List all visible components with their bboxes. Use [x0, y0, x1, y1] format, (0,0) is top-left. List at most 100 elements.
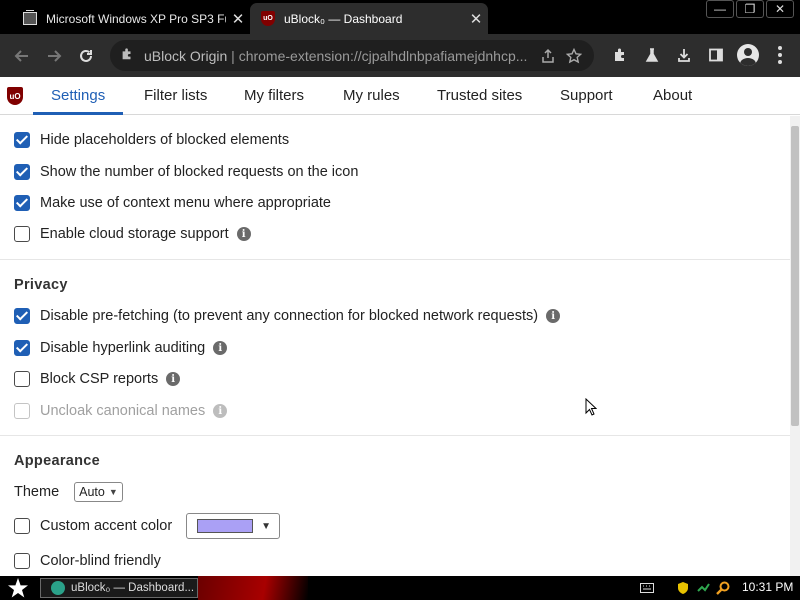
setting-label: Disable pre-fetching (to prevent any con… [40, 308, 539, 324]
accent-color-picker[interactable]: ▼ [186, 513, 281, 539]
flask-icon [645, 48, 659, 62]
checkbox[interactable] [14, 226, 30, 242]
checkbox[interactable] [14, 553, 30, 569]
setting-show-blocked-count[interactable]: Show the number of blocked requests on t… [14, 162, 358, 182]
star-start-icon [8, 578, 28, 598]
info-icon[interactable]: i [546, 309, 561, 323]
appearance-heading: Appearance [14, 453, 101, 469]
profile-button[interactable] [732, 39, 764, 71]
ublock-logo-icon: uO [7, 87, 23, 105]
site-name: uBlock Origin [144, 47, 228, 64]
setting-disable-prefetching[interactable]: Disable pre-fetching (to prevent any con… [14, 306, 561, 326]
tab-settings[interactable]: Settings [32, 77, 124, 115]
side-panel-icon [709, 48, 723, 62]
info-icon[interactable]: i [166, 372, 181, 386]
arrow-left-icon [14, 49, 28, 62]
info-icon[interactable]: i [213, 341, 228, 355]
theme-label: Theme [14, 484, 60, 500]
chevron-down-icon: ▼ [261, 520, 272, 532]
scrollbar-thumb[interactable] [791, 126, 799, 426]
info-icon[interactable]: i [213, 404, 228, 418]
checkbox[interactable] [14, 518, 30, 534]
setting-theme: Theme Auto ▼ [14, 482, 123, 502]
downloads-button[interactable] [668, 39, 700, 71]
tab-support[interactable]: Support [560, 77, 613, 114]
theme-value: Auto [79, 485, 105, 499]
tab-title: Microsoft Windows XP Pro SP3 Fully [46, 11, 226, 26]
taskbar-item-label: uBlock₀ — Dashboard... [71, 582, 195, 594]
info-icon[interactable]: i [236, 227, 251, 241]
setting-colorblind[interactable]: Color-blind friendly [14, 551, 161, 571]
restore-button[interactable]: ❐ [736, 0, 764, 18]
reload-icon [80, 49, 92, 62]
setting-cloud-storage[interactable]: Enable cloud storage support i [14, 224, 251, 244]
tab-close-button[interactable]: ✕ [226, 10, 250, 28]
setting-hyperlink-auditing[interactable]: Disable hyperlink auditing i [14, 338, 228, 358]
checkbox[interactable] [14, 132, 30, 148]
taskbar-clock: 10:31 PM [742, 580, 794, 594]
network-icon[interactable] [696, 581, 710, 595]
checkbox[interactable] [14, 371, 30, 387]
setting-label: Show the number of blocked requests on t… [40, 164, 359, 180]
puzzle-icon [615, 48, 624, 61]
labs-button[interactable] [636, 39, 668, 71]
extensions-button[interactable] [604, 39, 636, 71]
tab-close-button[interactable]: ✕ [464, 10, 488, 28]
setting-hide-placeholders[interactable]: Hide placeholders of blocked elements [14, 130, 289, 150]
tab-title: uBlock₀ — Dashboard [284, 11, 403, 26]
checkbox[interactable] [14, 340, 30, 356]
building-icon [22, 10, 38, 27]
security-shield-icon[interactable] [676, 581, 690, 595]
setting-label: Disable hyperlink auditing [40, 340, 206, 356]
side-panel-button[interactable] [700, 39, 732, 71]
browser-tab-windows-xp[interactable]: Microsoft Windows XP Pro SP3 Fully ✕ [12, 3, 250, 34]
toolbar-actions [604, 39, 796, 71]
privacy-heading: Privacy [14, 277, 68, 293]
back-button[interactable] [6, 40, 38, 72]
url-text: uBlock Origin | chrome-extension://cjpal… [144, 48, 540, 64]
tab-my-rules[interactable]: My rules [343, 77, 400, 114]
search-icon[interactable] [716, 581, 730, 595]
start-button[interactable] [6, 577, 30, 599]
browser-tab-ublock-dashboard[interactable]: uO uBlock₀ — Dashboard ✕ [250, 3, 488, 34]
forward-button[interactable] [38, 40, 70, 72]
checkbox[interactable] [14, 195, 30, 211]
ublock-shield-icon: uO [260, 11, 276, 27]
minimize-button[interactable]: — [706, 0, 734, 18]
tab-about[interactable]: About [653, 77, 692, 114]
setting-custom-accent[interactable]: Custom accent color ▼ [14, 513, 281, 539]
setting-label: Hide placeholders of blocked elements [40, 132, 290, 148]
share-icon[interactable] [540, 48, 556, 64]
browser-toolbar: uBlock Origin | chrome-extension://cjpal… [0, 34, 800, 77]
url-path: chrome-extension://cjpalhdlnbpafiamejdnh… [238, 47, 528, 64]
vertical-scrollbar[interactable] [790, 116, 800, 576]
chrome-icon [51, 581, 65, 595]
checkbox[interactable] [14, 308, 30, 324]
setting-label: Make use of context menu where appropria… [40, 195, 331, 211]
tab-my-filters[interactable]: My filters [244, 77, 304, 114]
close-window-button[interactable]: ✕ [766, 0, 794, 18]
checkbox[interactable] [14, 164, 30, 180]
dashboard-nav: uO Settings Filter lists My filters My r… [0, 77, 800, 115]
download-icon [678, 49, 690, 62]
bookmark-star-icon[interactable] [566, 47, 582, 64]
keyboard-icon[interactable] [640, 581, 654, 595]
reload-button[interactable] [70, 40, 102, 72]
tab-trusted-sites[interactable]: Trusted sites [437, 77, 522, 114]
os-taskbar: uBlock₀ — Dashboard... 10:31 PM [0, 576, 800, 600]
color-swatch [197, 519, 254, 533]
menu-button[interactable] [764, 39, 796, 71]
theme-select[interactable]: Auto ▼ [74, 482, 123, 502]
checkbox [14, 403, 30, 419]
section-divider [0, 259, 790, 260]
puzzle-icon [110, 47, 144, 64]
setting-context-menu[interactable]: Make use of context menu where appropria… [14, 193, 331, 213]
browser-tab-strip: Microsoft Windows XP Pro SP3 Fully ✕ uO … [0, 0, 800, 34]
section-divider [0, 435, 790, 436]
address-bar[interactable]: uBlock Origin | chrome-extension://cjpal… [110, 40, 594, 71]
taskbar-decoration [198, 576, 308, 600]
setting-block-csp-reports[interactable]: Block CSP reports i [14, 369, 181, 389]
setting-uncloak-canonical: Uncloak canonical names i [14, 401, 228, 421]
tab-filter-lists[interactable]: Filter lists [144, 77, 207, 114]
taskbar-item-ublock[interactable]: uBlock₀ — Dashboard... [40, 578, 198, 598]
